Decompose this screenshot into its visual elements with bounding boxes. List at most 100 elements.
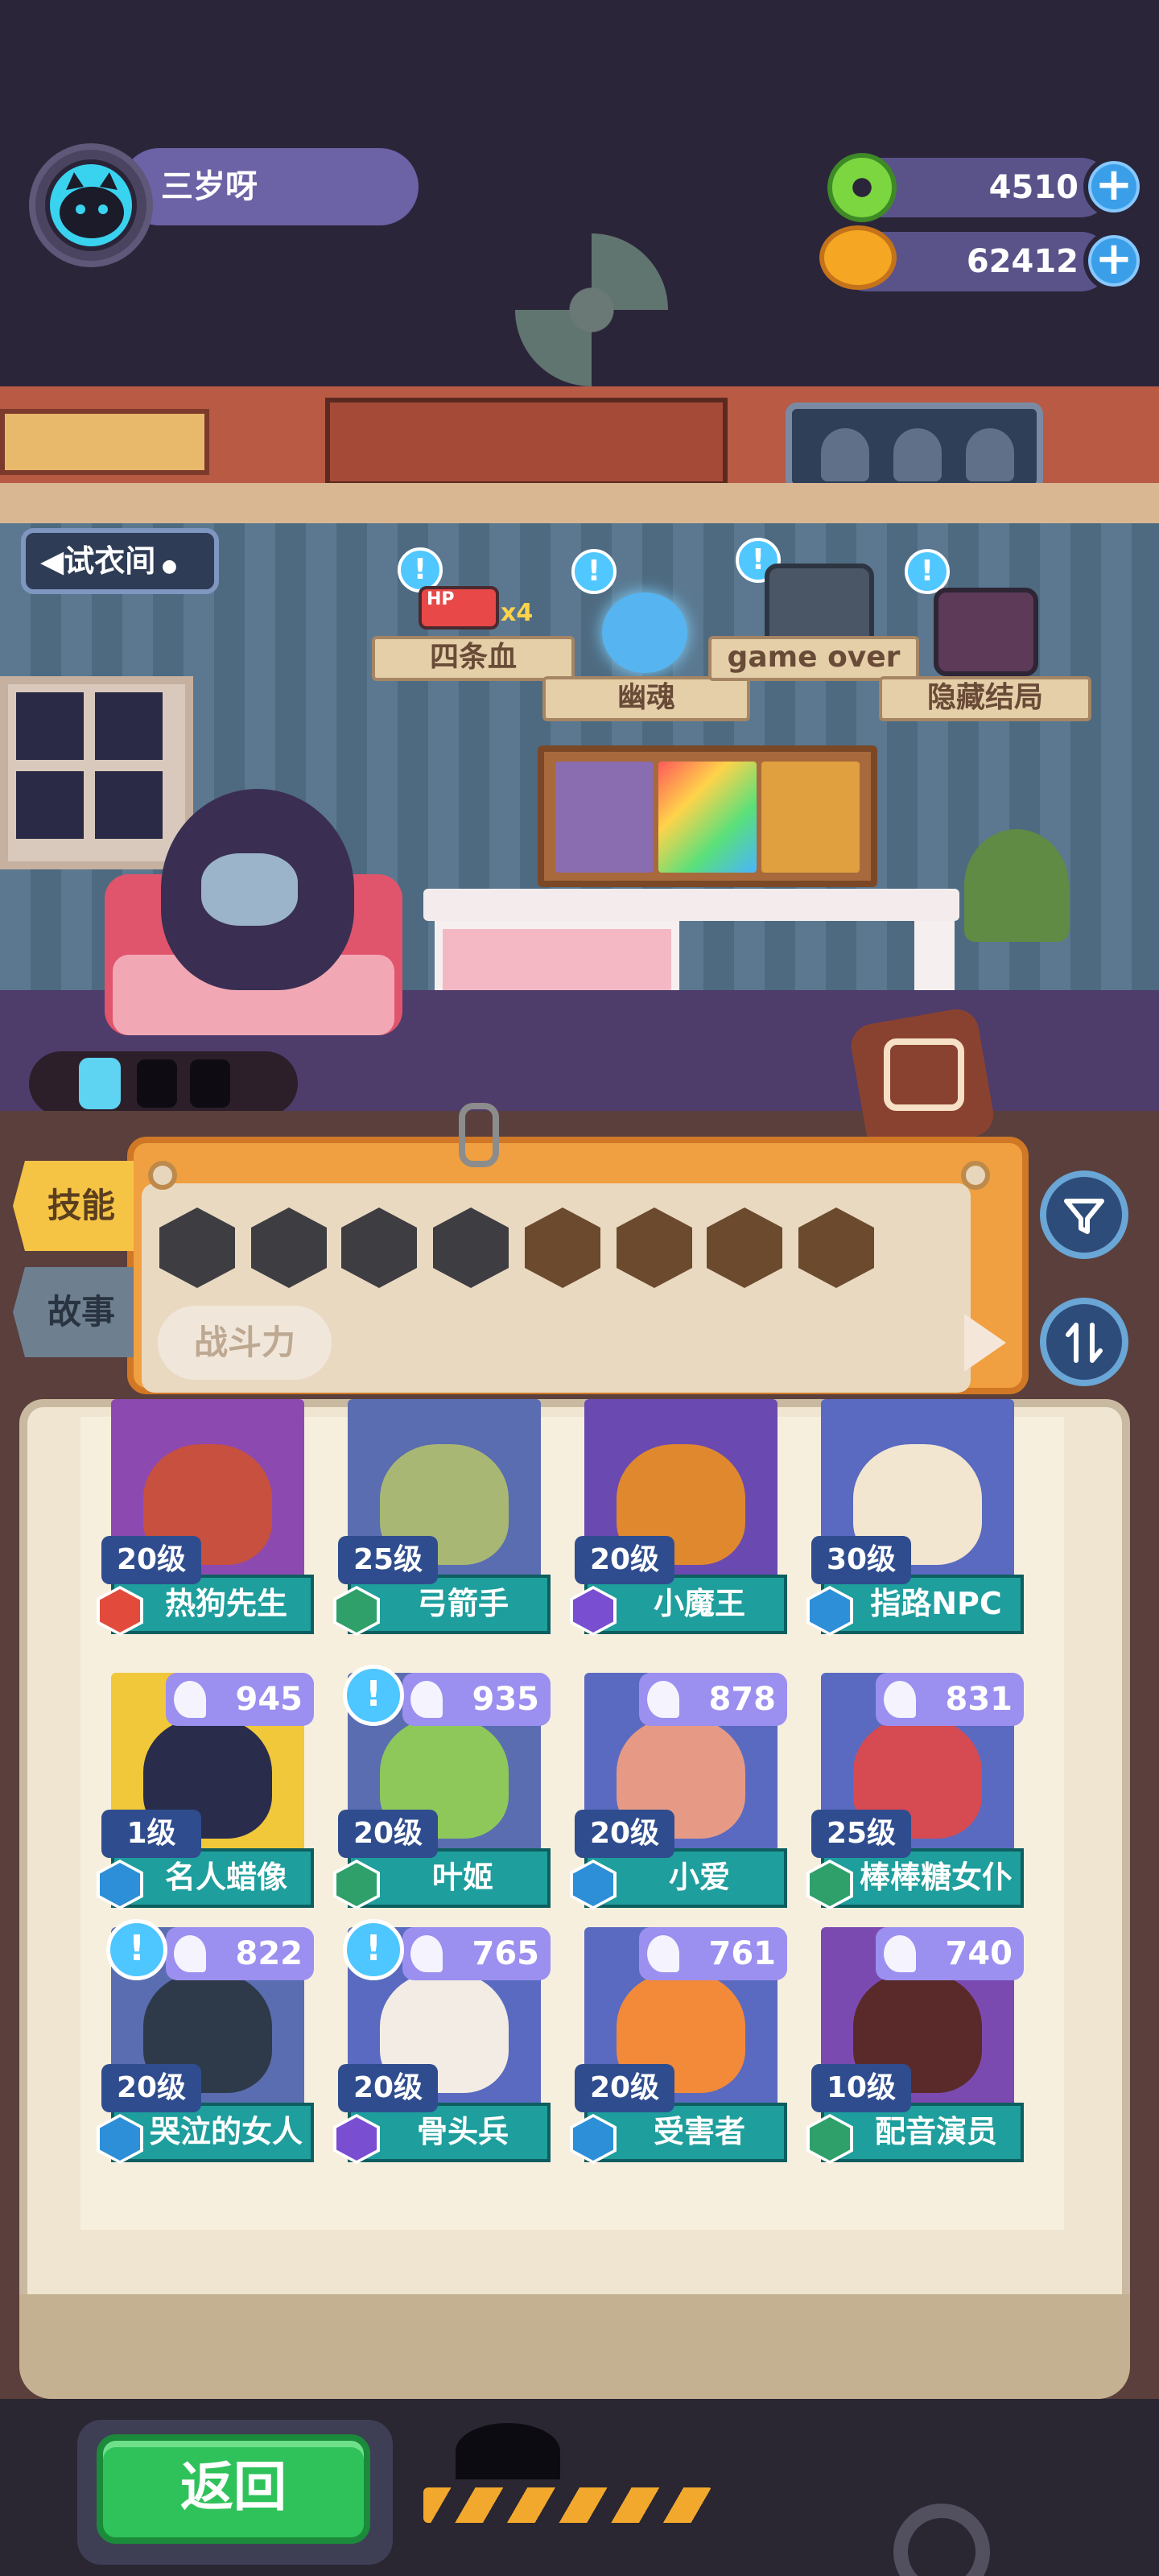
window-pane xyxy=(16,692,84,760)
rarity-hex-fill xyxy=(573,2117,613,2161)
green-donut-icon xyxy=(827,153,897,222)
room-window xyxy=(0,676,193,869)
character-card[interactable]: 740 配音演员 10级 xyxy=(806,1927,1024,2169)
window-pane xyxy=(95,771,163,839)
ceiling-fan-decoration xyxy=(515,233,668,386)
shadow-creature xyxy=(456,2423,560,2479)
fist-power-icon xyxy=(647,1935,679,1972)
tab-skills[interactable]: 技能 xyxy=(13,1161,134,1251)
card-level: 20级 xyxy=(101,1536,201,1584)
character-card[interactable]: 831 棒棒糖女仆 25级 xyxy=(806,1673,1024,1914)
rarity-hex-fill xyxy=(573,1863,613,1906)
fist-power-icon xyxy=(884,1681,916,1718)
card-name: 小爱 xyxy=(668,1860,730,1895)
card-level: 1级 xyxy=(101,1810,201,1858)
frame-photo-unlocked xyxy=(555,762,654,873)
cards-icon xyxy=(884,1038,964,1111)
ghost-icon xyxy=(821,428,869,481)
book-spine xyxy=(19,2294,1130,2399)
tab-story[interactable]: 故事 xyxy=(13,1267,134,1357)
character-card[interactable]: 指路NPC 30级 xyxy=(806,1399,1024,1641)
frame-photo-locked xyxy=(658,762,757,873)
donut-currency-value: 4510 xyxy=(988,169,1079,206)
card-level: 20级 xyxy=(338,1810,438,1858)
shelf-lip xyxy=(0,483,1159,523)
alert-icon: ! xyxy=(571,549,617,594)
ending-plaque-hidden[interactable]: 隐藏结局 xyxy=(879,676,1091,721)
back-arrow-icon: ◀ xyxy=(40,543,64,579)
card-name: 棒棒糖女仆 xyxy=(859,1860,1013,1895)
player-avatar[interactable] xyxy=(45,159,137,251)
funnel-icon xyxy=(1064,1199,1104,1234)
card-name: 小魔王 xyxy=(653,1586,745,1621)
tab-story-label: 故事 xyxy=(47,1292,115,1331)
card-name: 热狗先生 xyxy=(164,1586,287,1621)
hp-battery-icon: HP xyxy=(419,586,499,630)
ghost-icon xyxy=(966,428,1014,481)
character-card-grid: 热狗先生 20级 弓箭手 25级 小魔王 20级 指路NPC 30级 945 名人蜡像 1级 935 叶… xyxy=(97,1399,1051,2164)
window-pane xyxy=(16,771,84,839)
card-level: 30级 xyxy=(811,1536,911,1584)
potted-plant xyxy=(964,829,1069,942)
card-level: 20级 xyxy=(575,2064,674,2112)
character-card[interactable]: 945 名人蜡像 1级 xyxy=(97,1673,314,1914)
fist-power-icon xyxy=(647,1681,679,1718)
character-card[interactable]: 935 叶姬 20级! xyxy=(333,1665,551,1914)
ghost-icon xyxy=(893,428,942,481)
fist-power-icon xyxy=(174,1681,206,1718)
power-sort-label: 战斗力 xyxy=(193,1323,295,1362)
energy-slot-empty xyxy=(190,1059,230,1108)
card-level: 20级 xyxy=(338,2064,438,2112)
sort-arrows-icon xyxy=(1066,1323,1103,1363)
shelf-crate xyxy=(0,409,209,475)
frame-photo-locked xyxy=(761,762,860,873)
add-donut-button[interactable]: + xyxy=(1083,156,1145,217)
player-name: 三岁呀 xyxy=(161,168,258,205)
sort-button[interactable] xyxy=(1040,1298,1128,1386)
ending-plaque-game-over[interactable]: game over xyxy=(708,636,919,681)
fist-power-icon xyxy=(410,1681,443,1718)
filter-button[interactable] xyxy=(1040,1170,1128,1259)
card-level: 20级 xyxy=(101,2064,201,2112)
card-name: 配音演员 xyxy=(874,2114,997,2149)
lightning-energy-icon xyxy=(79,1058,121,1109)
add-planet-button[interactable]: + xyxy=(1083,230,1145,291)
card-level: 25级 xyxy=(338,1536,438,1584)
character-card[interactable]: 761 受害者 20级 xyxy=(570,1927,787,2169)
tab-skills-label: 技能 xyxy=(47,1186,115,1225)
desk-top xyxy=(423,889,959,921)
card-name: 哭泣的女人 xyxy=(149,2114,303,2149)
orange-planet-icon xyxy=(819,225,897,290)
ghost-display-box xyxy=(786,402,1043,491)
fist-power-icon xyxy=(174,1935,206,1972)
character-card[interactable]: 热狗先生 20级 xyxy=(97,1399,314,1641)
tv-portrait-icon xyxy=(934,588,1038,676)
character-card[interactable]: 弓箭手 25级 xyxy=(333,1399,551,1641)
character-card[interactable]: 小魔王 20级 xyxy=(570,1399,787,1641)
cat-face-icon xyxy=(60,172,124,238)
ending-plaque-four-hp[interactable]: 四条血 xyxy=(372,636,575,681)
alert-icon: ! xyxy=(106,1919,167,1980)
hp-multiplier: x4 xyxy=(501,599,534,627)
card-name: 受害者 xyxy=(653,2114,745,2149)
card-level: 25级 xyxy=(811,1810,911,1858)
card-name: 弓箭手 xyxy=(416,1586,509,1621)
card-level: 10级 xyxy=(811,2064,911,2112)
card-name: 叶姬 xyxy=(431,1860,493,1895)
rarity-hex-fill xyxy=(100,1863,140,1906)
rarity-hex-fill xyxy=(336,2117,377,2161)
play-arrow-icon[interactable] xyxy=(964,1314,1006,1372)
shelf-radio xyxy=(325,398,728,486)
screw-icon xyxy=(148,1161,177,1190)
fist-power-icon xyxy=(884,1935,916,1972)
card-name: 骨头兵 xyxy=(416,2114,509,2149)
ghost-skull-icon xyxy=(602,592,687,673)
ending-plaque-ghost[interactable]: 幽魂 xyxy=(542,676,750,721)
character-card[interactable]: 765 骨头兵 20级! xyxy=(333,1919,551,2169)
return-button[interactable]: 返回 xyxy=(97,2434,370,2544)
dressing-room-label: ◀试衣间 ● xyxy=(40,543,178,579)
rarity-hex-fill xyxy=(100,2117,140,2161)
character-card[interactable]: 878 小爱 20级 xyxy=(570,1673,787,1914)
character-card[interactable]: 822 哭泣的女人 20级! xyxy=(97,1919,314,2169)
paper-clip-icon xyxy=(459,1103,499,1167)
